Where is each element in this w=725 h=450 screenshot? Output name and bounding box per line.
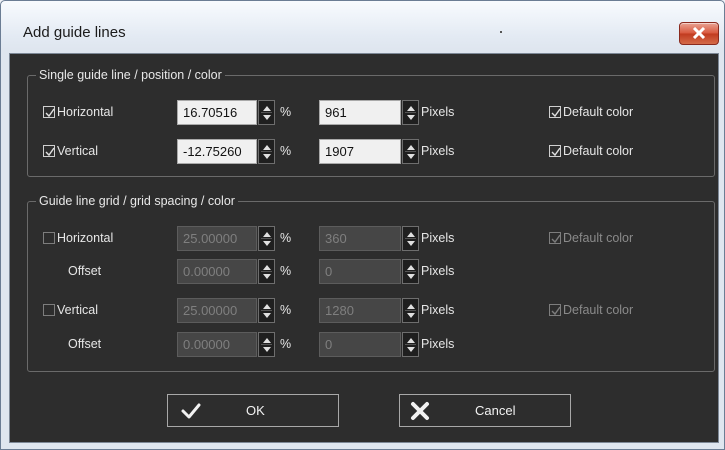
single-horizontal-default-color-checkbox[interactable] <box>549 106 561 118</box>
grid-vertical-offset-percent-spinner[interactable] <box>258 332 275 357</box>
spin-up-icon <box>407 304 415 309</box>
checkmark-icon <box>551 234 561 244</box>
checkmark-icon <box>551 108 561 118</box>
single-horizontal-checkbox[interactable] <box>43 106 55 118</box>
checkmark-icon <box>45 147 55 157</box>
single-horizontal-percent-unit: % <box>280 105 292 119</box>
spin-down-icon <box>263 274 271 279</box>
spin-down-icon <box>407 347 415 352</box>
single-horizontal-percent-spinner[interactable] <box>258 100 275 125</box>
spin-down-icon <box>263 154 271 159</box>
single-vertical-percent-spinner[interactable] <box>258 139 275 164</box>
single-vertical-default-color-checkbox[interactable] <box>549 145 561 157</box>
spin-down-icon <box>263 115 271 120</box>
grid-horizontal-percent-spinner[interactable] <box>258 226 275 251</box>
spin-up-icon <box>407 338 415 343</box>
checkmark-icon <box>181 403 201 419</box>
grid-vertical-percent-input[interactable]: 25.00000 <box>177 298 257 323</box>
grid-horizontal-percent-input[interactable]: 25.00000 <box>177 226 257 251</box>
close-button[interactable] <box>679 22 719 45</box>
spin-down-icon <box>263 241 271 246</box>
grid-vertical-pixel-unit: Pixels <box>421 303 455 317</box>
spin-up-icon <box>263 106 271 111</box>
grid-horizontal-pixel-spinner[interactable] <box>402 226 419 251</box>
grid-vertical-percent-spinner[interactable] <box>258 298 275 323</box>
grid-vertical-offset-pixel-spinner[interactable] <box>402 332 419 357</box>
grid-vertical-pixel-spinner[interactable] <box>402 298 419 323</box>
spin-down-icon <box>263 347 271 352</box>
grid-horizontal-default-color-label: Default color <box>563 231 634 245</box>
grid-horizontal-label: Horizontal <box>57 231 114 245</box>
cancel-button-label: Cancel <box>475 403 516 418</box>
grid-vertical-checkbox[interactable] <box>43 304 55 316</box>
ok-button-label: OK <box>246 403 265 418</box>
spin-up-icon <box>407 265 415 270</box>
grid-horizontal-offset-pixel-unit: Pixels <box>421 264 455 278</box>
spin-down-icon <box>407 313 415 318</box>
spin-down-icon <box>263 313 271 318</box>
single-vertical-pixel-input[interactable]: 1907 <box>319 139 401 164</box>
grid-horizontal-pixel-input[interactable]: 360 <box>319 226 401 251</box>
cross-icon <box>411 402 429 420</box>
grid-vertical-offset-pixel-unit: Pixels <box>421 337 455 351</box>
grid-vertical-offset-pixel-input[interactable]: 0 <box>319 332 401 357</box>
single-horizontal-pixel-input[interactable]: 961 <box>319 100 401 125</box>
single-vertical-pixel-unit: Pixels <box>421 144 455 158</box>
spin-up-icon <box>263 304 271 309</box>
grid-vertical-pixel-input[interactable]: 1280 <box>319 298 401 323</box>
single-guide-legend: Single guide line / position / color <box>36 67 225 83</box>
grid-horizontal-offset-percent-unit: % <box>280 264 292 278</box>
spin-up-icon <box>263 232 271 237</box>
single-vertical-percent-unit: % <box>280 144 292 158</box>
grid-guide-legend: Guide line grid / grid spacing / color <box>36 193 238 209</box>
grid-horizontal-percent-unit: % <box>280 231 292 245</box>
spin-down-icon <box>407 154 415 159</box>
grid-horizontal-offset-pixel-spinner[interactable] <box>402 259 419 284</box>
checkmark-icon <box>551 306 561 316</box>
dialog-title: Add guide lines <box>23 24 126 41</box>
ok-button[interactable]: OK <box>167 394 339 427</box>
single-vertical-default-color-label: Default color <box>563 144 634 158</box>
close-icon <box>692 27 706 39</box>
grid-vertical-offset-percent-input[interactable]: 0.00000 <box>177 332 257 357</box>
single-vertical-checkbox[interactable] <box>43 145 55 157</box>
spin-down-icon <box>407 241 415 246</box>
grid-horizontal-default-color-checkbox[interactable] <box>549 232 561 244</box>
grid-horizontal-offset-percent-spinner[interactable] <box>258 259 275 284</box>
spin-up-icon <box>407 145 415 150</box>
single-horizontal-default-color-label: Default color <box>563 105 634 119</box>
spin-up-icon <box>263 338 271 343</box>
grid-vertical-offset-percent-unit: % <box>280 337 292 351</box>
checkmark-icon <box>45 108 55 118</box>
grid-horizontal-offset-label: Offset <box>68 264 102 278</box>
grid-horizontal-checkbox[interactable] <box>43 232 55 244</box>
spin-up-icon <box>407 232 415 237</box>
single-horizontal-pixel-spinner[interactable] <box>402 100 419 125</box>
spin-down-icon <box>407 274 415 279</box>
grid-horizontal-offset-pixel-input[interactable]: 0 <box>319 259 401 284</box>
grid-vertical-default-color-checkbox[interactable] <box>549 304 561 316</box>
spin-up-icon <box>407 106 415 111</box>
single-horizontal-pixel-unit: Pixels <box>421 105 455 119</box>
checkmark-icon <box>551 147 561 157</box>
title-bar-dot <box>500 31 502 33</box>
grid-vertical-percent-unit: % <box>280 303 292 317</box>
spin-down-icon <box>407 115 415 120</box>
single-horizontal-percent-input[interactable]: 16.70516 <box>177 100 257 125</box>
grid-horizontal-pixel-unit: Pixels <box>421 231 455 245</box>
single-vertical-percent-input[interactable]: -12.75260 <box>177 139 257 164</box>
spin-up-icon <box>263 265 271 270</box>
dialog-window: Add guide lines Single guide line / posi… <box>0 0 725 450</box>
grid-horizontal-offset-percent-input[interactable]: 0.00000 <box>177 259 257 284</box>
spin-up-icon <box>263 145 271 150</box>
grid-vertical-label: Vertical <box>57 303 98 317</box>
dialog-content: Single guide line / position / color Hor… <box>9 53 719 443</box>
cancel-button[interactable]: Cancel <box>399 394 571 427</box>
single-vertical-label: Vertical <box>57 144 98 158</box>
single-vertical-pixel-spinner[interactable] <box>402 139 419 164</box>
grid-vertical-offset-label: Offset <box>68 337 102 351</box>
single-horizontal-label: Horizontal <box>57 105 114 119</box>
grid-vertical-default-color-label: Default color <box>563 303 634 317</box>
